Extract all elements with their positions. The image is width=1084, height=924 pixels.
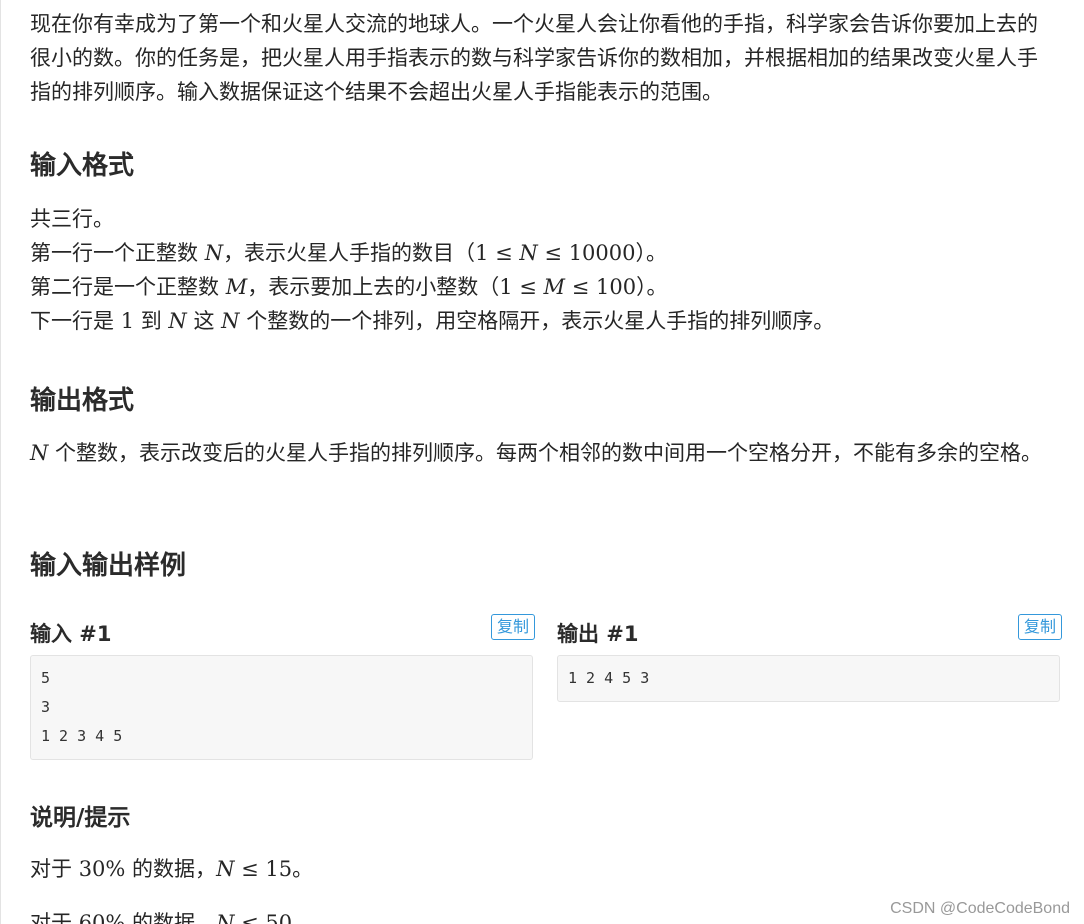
input-line-3: 第二行是一个正整数 M，表示要加上去的小整数（1 ≤ M ≤ 100）。 xyxy=(30,275,668,299)
hint-heading: 说明/提示 xyxy=(30,805,131,831)
code-line: 3 xyxy=(41,698,51,716)
sample-output-code: 1 2 4 5 3 xyxy=(557,655,1060,702)
code-line: 1 2 4 5 3 xyxy=(568,669,650,687)
input-format-body: 共三行。 第一行一个正整数 N，表示火星人手指的数目（1 ≤ N ≤ 10000… xyxy=(30,202,1055,338)
hint-line-1: 对于 30% 的数据，N ≤ 15。 xyxy=(30,857,314,881)
sample-input-title: 输入 #1 xyxy=(30,622,112,646)
output-format-body: N 个整数，表示改变后的火星人手指的排列顺序。每两个相邻的数中间用一个空格分开，… xyxy=(30,441,1043,465)
sample-input-code: 5 3 1 2 3 4 5 xyxy=(30,655,533,760)
hint-line-2: 对于 60% 的数据，N ≤ 50。 xyxy=(30,911,314,924)
code-line: 5 xyxy=(41,669,51,687)
input-line-4: 下一行是 1 到 N 这 N 个整数的一个排列，用空格隔开，表示火星人手指的排列… xyxy=(30,309,835,333)
input-format-heading: 输入格式 xyxy=(30,151,135,181)
samples-heading: 输入输出样例 xyxy=(30,551,187,581)
copy-output-button[interactable]: 复制 xyxy=(1017,614,1062,640)
code-line: 1 2 3 4 5 xyxy=(41,727,123,745)
output-format-heading: 输出格式 xyxy=(30,386,135,416)
problem-description: 现在你有幸成为了第一个和火星人交流的地球人。一个火星人会让你看他的手指，科学家会… xyxy=(30,12,1038,104)
copy-input-button[interactable]: 复制 xyxy=(490,614,535,640)
watermark: CSDN @CodeCodeBond xyxy=(890,900,1070,917)
input-line-2: 第一行一个正整数 N，表示火星人手指的数目（1 ≤ N ≤ 10000）。 xyxy=(30,241,668,265)
left-border xyxy=(0,0,1,924)
sample-output-title: 输出 #1 xyxy=(557,622,639,646)
input-line-1: 共三行。 xyxy=(30,207,114,231)
